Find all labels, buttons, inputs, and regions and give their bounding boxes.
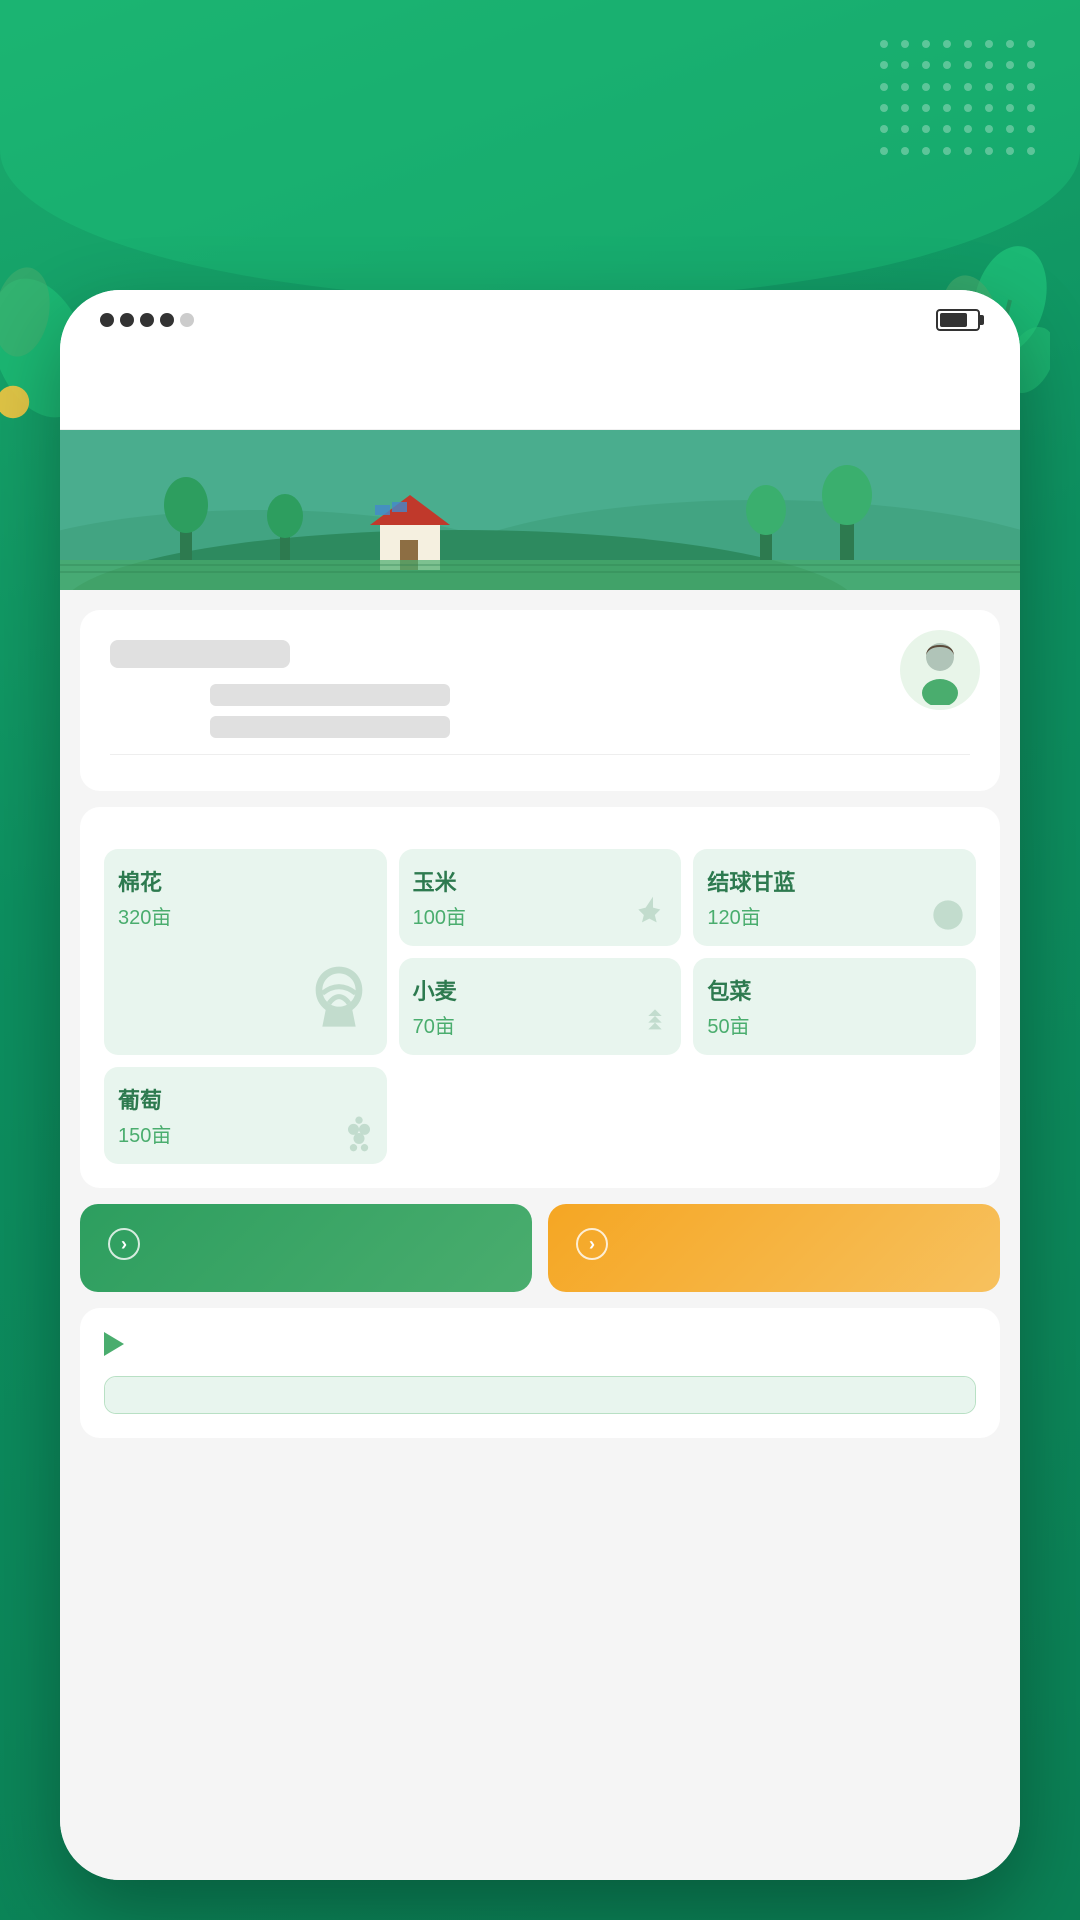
crop-card-cabbage: 结球甘蓝 120亩	[693, 849, 976, 946]
battery-fill	[940, 313, 967, 327]
crop-card-pakchoi: 包菜 50亩	[693, 958, 976, 1055]
subsidy-standard-arrow: ›	[576, 1228, 608, 1260]
table-header-col2	[395, 1377, 685, 1413]
avatar	[900, 630, 980, 710]
signal-dot-3	[140, 313, 154, 327]
subsidy-section	[80, 1308, 1000, 1438]
table-header-col1	[105, 1377, 395, 1413]
status-bar	[60, 290, 1020, 350]
phone-mockup: 棉花 320亩 玉米 100亩	[60, 290, 1020, 1880]
crop-card-grape: 葡萄 150亩	[104, 1067, 387, 1164]
table-header	[105, 1377, 975, 1413]
dot-pattern: // Generate dots const dp = document.que…	[880, 40, 1040, 160]
bottom-spacer	[80, 1438, 1000, 1468]
header-area	[0, 60, 1080, 72]
crop-icon-cotton	[299, 960, 379, 1045]
crop-name-wheat: 小麦	[413, 974, 668, 1006]
subsidy-standard-btn[interactable]: ›	[548, 1204, 1000, 1292]
user-card	[80, 610, 1000, 791]
id-row	[110, 716, 970, 738]
crop-card-cotton: 棉花 320亩	[104, 849, 387, 1055]
id-value-blur	[210, 716, 450, 738]
phone-content[interactable]: 棉花 320亩 玉米 100亩	[60, 590, 1020, 1880]
crop-area-wheat: 70亩	[413, 1010, 668, 1039]
header-landscape	[60, 430, 1020, 590]
crop-area-corn: 100亩	[413, 901, 668, 930]
action-row: › ›	[80, 1204, 1000, 1292]
crop-card-corn: 玉米 100亩	[399, 849, 682, 946]
plant-register-title: ›	[100, 1228, 512, 1260]
battery-area	[928, 309, 980, 331]
battery-icon	[936, 309, 980, 331]
contact-row	[110, 684, 970, 706]
signal-dot-2	[120, 313, 134, 327]
crop-name-cotton: 棉花	[118, 865, 373, 897]
crop-icon-cabbage	[926, 893, 970, 942]
crop-area-cotton: 320亩	[118, 901, 373, 930]
plant-register-btn[interactable]: ›	[80, 1204, 532, 1292]
signal-dot-1	[100, 313, 114, 327]
triangle-icon	[104, 1332, 124, 1356]
subsidy-standard-title: ›	[568, 1228, 980, 1260]
user-name-blur	[110, 640, 290, 668]
signal-area	[100, 313, 208, 327]
user-divider	[110, 754, 970, 755]
contact-value-blur	[210, 684, 450, 706]
subsidy-table	[104, 1376, 976, 1414]
crop-name-corn: 玉米	[413, 865, 668, 897]
crop-area-grape: 150亩	[118, 1119, 373, 1148]
crop-icon-wheat	[635, 1006, 675, 1051]
crop-name-cabbage: 结球甘蓝	[707, 865, 962, 897]
plant-register-arrow: ›	[108, 1228, 140, 1260]
area-section: 棉花 320亩 玉米 100亩	[80, 807, 1000, 1188]
signal-dot-5	[180, 313, 194, 327]
crop-grid: 棉花 320亩 玉米 100亩	[104, 849, 976, 1164]
crop-name-grape: 葡萄	[118, 1083, 373, 1115]
crop-icon-grape	[337, 1111, 381, 1160]
crop-area-cabbage: 120亩	[707, 901, 962, 930]
crop-name-pakchoi: 包菜	[707, 974, 962, 1006]
signal-dot-4	[160, 313, 174, 327]
crop-card-wheat: 小麦 70亩	[399, 958, 682, 1055]
crop-icon-corn	[631, 893, 675, 942]
nav-bar	[60, 350, 1020, 430]
subsidy-title-row	[104, 1332, 976, 1356]
crop-area-pakchoi: 50亩	[707, 1010, 962, 1039]
table-header-col3	[685, 1377, 975, 1413]
